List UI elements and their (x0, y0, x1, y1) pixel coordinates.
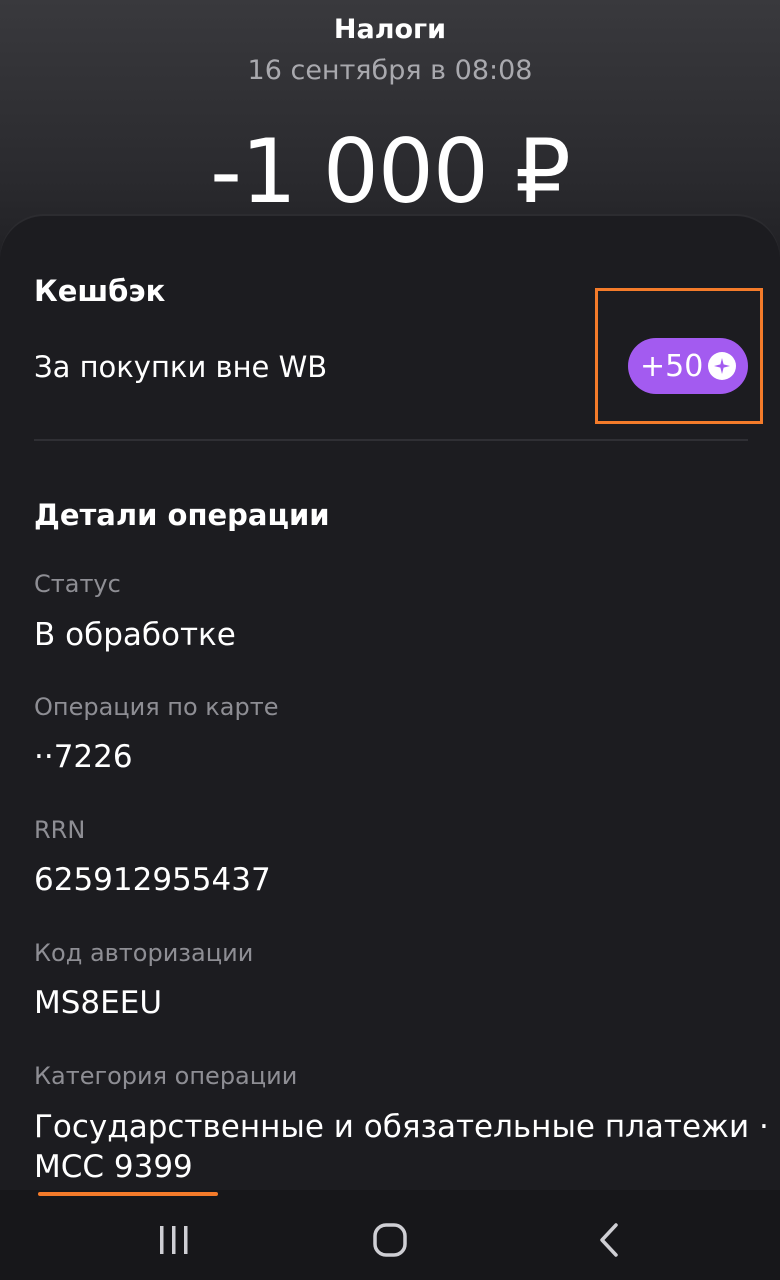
details-card: Кешбэк За покупки вне WB +50 Детали опер… (0, 216, 780, 1196)
rrn-label: RRN (34, 816, 86, 844)
mcc-underline-highlight (38, 1192, 218, 1196)
auth-code-value[interactable]: MS8EEU (34, 984, 162, 1022)
card-value: ··7226 (34, 739, 133, 775)
cashback-description: За покупки вне WB (34, 350, 328, 384)
status-value: В обработке (34, 617, 236, 653)
category-label: Категория операции (34, 1062, 298, 1090)
card-label: Операция по карте (34, 693, 279, 721)
auth-code-label: Код авторизации (34, 939, 254, 967)
cashback-badge[interactable]: +50 (628, 338, 748, 394)
details-section-title: Детали операции (34, 498, 330, 532)
category-value-line1: Государственные и обязательные платежи · (34, 1109, 769, 1145)
section-divider (34, 439, 748, 441)
page-title: Налоги (333, 14, 447, 45)
transaction-datetime: 16 сентября в 08:08 (247, 55, 533, 86)
home-icon[interactable] (370, 1220, 410, 1260)
recent-apps-icon[interactable] (154, 1220, 194, 1260)
back-icon[interactable] (590, 1220, 630, 1260)
rrn-value[interactable]: 625912955437 (34, 861, 271, 899)
cashback-section-title: Кешбэк (34, 274, 166, 308)
category-value-mcc: MCC 9399 (34, 1149, 193, 1185)
system-nav-bar (0, 1190, 780, 1280)
status-label: Статус (34, 570, 121, 598)
sparkle-coin-icon (708, 352, 736, 380)
transaction-details-screen: Налоги 16 сентября в 08:08 -1 000 ₽ Кешб… (0, 0, 780, 1280)
cashback-badge-value: +50 (640, 348, 704, 384)
transaction-amount: -1 000 ₽ (210, 120, 571, 223)
